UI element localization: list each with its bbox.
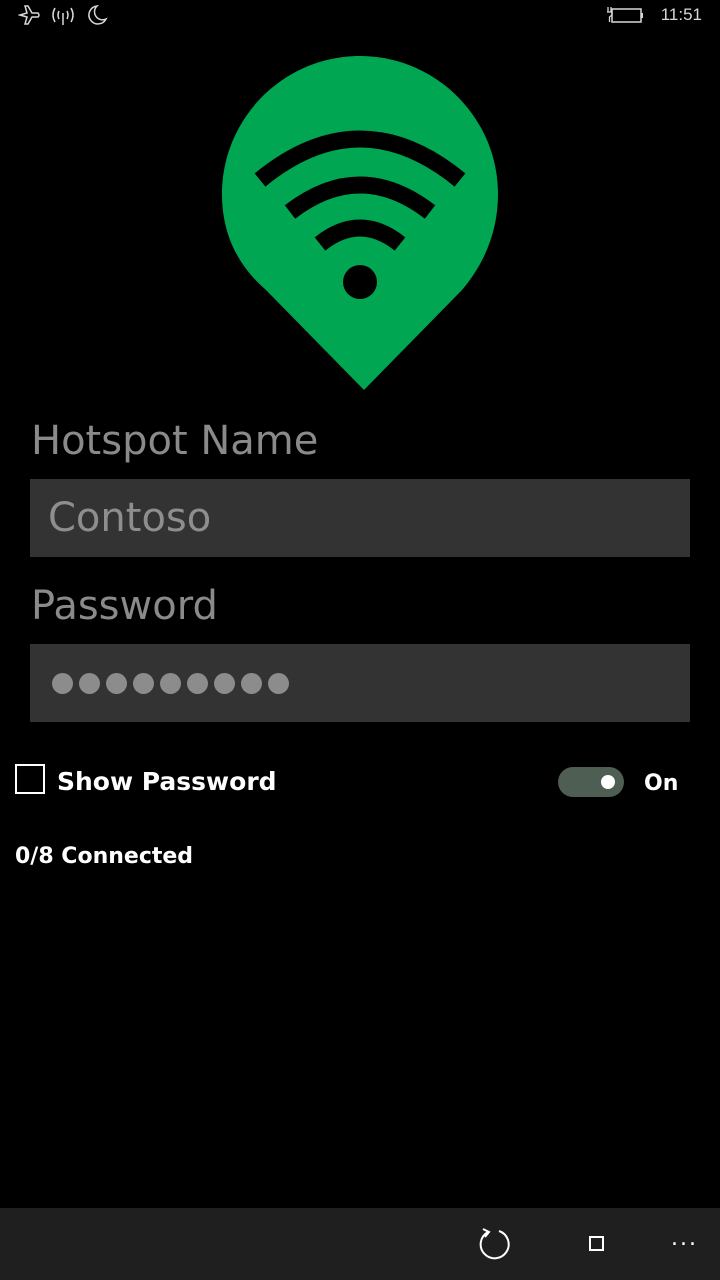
clock: 11:51 (660, 5, 702, 24)
password-mask-dot (268, 672, 289, 694)
show-password-checkbox[interactable] (15, 764, 45, 794)
more-button[interactable]: ... (671, 1226, 698, 1251)
hotspot-name-value: Contoso (48, 495, 212, 541)
battery-charging-icon (607, 7, 643, 23)
stop-button[interactable] (577, 1224, 617, 1264)
hotspot-name-input[interactable]: Contoso (30, 479, 690, 557)
wifi-location-pin-icon (222, 56, 498, 390)
password-mask-dot (160, 672, 181, 694)
status-bar: 11:51 (0, 0, 720, 32)
airplane-icon (18, 5, 40, 25)
password-mask (52, 672, 289, 694)
toggle-state-label: On (644, 771, 679, 796)
password-mask-dot (79, 672, 100, 694)
hotspot-toggle[interactable] (558, 767, 624, 797)
toggle-knob (601, 775, 615, 789)
password-mask-dot (214, 672, 235, 694)
refresh-button[interactable] (475, 1224, 515, 1264)
hotspot-name-label: Hotspot Name (31, 418, 319, 464)
password-mask-dot (106, 672, 127, 694)
connection-status: 0/8 Connected (15, 844, 194, 869)
password-mask-dot (187, 672, 208, 694)
refresh-icon (479, 1228, 510, 1260)
show-password-label[interactable]: Show Password (57, 767, 277, 796)
password-mask-dot (241, 672, 262, 694)
password-mask-dot (52, 672, 73, 694)
quiet-hours-moon-icon (88, 5, 108, 25)
stop-icon (589, 1236, 604, 1251)
password-input[interactable] (30, 644, 690, 722)
signal-icon (52, 7, 74, 25)
password-mask-dot (133, 672, 154, 694)
password-label: Password (31, 583, 218, 629)
app-bar: ... (0, 1208, 720, 1280)
